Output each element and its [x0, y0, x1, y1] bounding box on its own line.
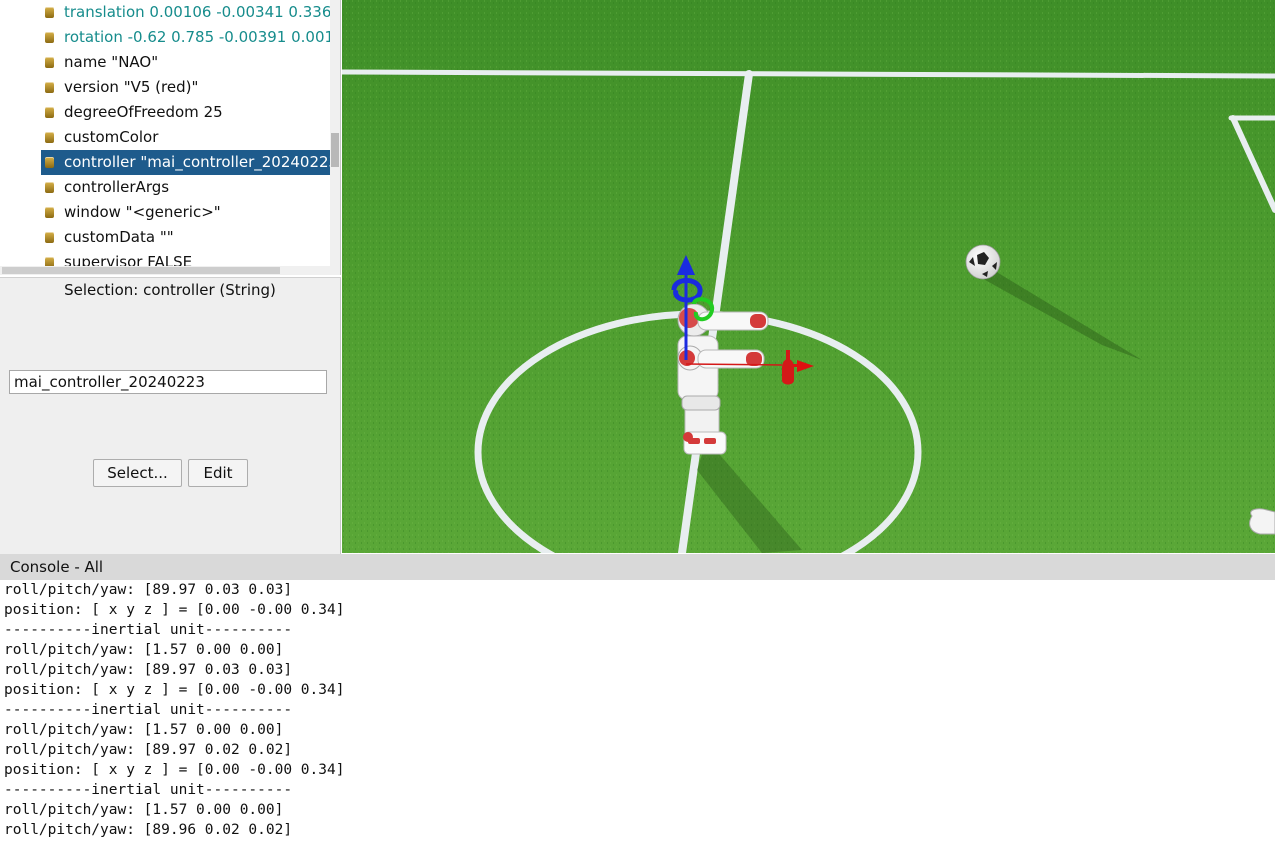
scene-tree[interactable]: translation 0.00106 -0.00341 0.336 rotat… — [0, 0, 341, 275]
controller-value-input[interactable] — [9, 370, 327, 394]
select-button[interactable]: Select... — [93, 459, 182, 487]
tree-field-window[interactable]: window "<generic>" — [0, 200, 330, 225]
tree-vertical-scroll-thumb[interactable] — [331, 133, 339, 167]
console-line: position: [ x y z ] = [0.00 -0.00 0.34] — [4, 602, 345, 618]
field-bullet-icon — [45, 107, 54, 118]
field-bullet-icon — [45, 82, 54, 93]
selection-label: Selection: controller (String) — [64, 281, 276, 299]
console-line: ----------inertial unit---------- — [4, 702, 293, 718]
second-robot-partial[interactable] — [1249, 508, 1275, 535]
console-output[interactable]: roll/pitch/yaw: [89.97 0.03 0.03] positi… — [0, 580, 1275, 854]
3d-view[interactable] — [342, 0, 1275, 553]
console-line: position: [ x y z ] = [0.00 -0.00 0.34] — [4, 682, 345, 698]
console-line: roll/pitch/yaw: [89.96 0.02 0.02] — [4, 822, 293, 838]
console-line: roll/pitch/yaw: [1.57 0.00 0.00] — [4, 802, 284, 818]
tree-field-customdata[interactable]: customData "" — [0, 225, 330, 250]
field-bullet-icon — [45, 57, 54, 68]
edit-button[interactable]: Edit — [188, 459, 248, 487]
tree-field-degreeoffreedom[interactable]: degreeOfFreedom 25 — [0, 100, 330, 125]
soccer-ball[interactable] — [965, 244, 1001, 280]
field-editor-panel: Selection: controller (String) Select...… — [0, 277, 341, 554]
tree-horizontal-scroll-thumb[interactable] — [2, 267, 280, 274]
tree-field-translation[interactable]: translation 0.00106 -0.00341 0.336 — [0, 0, 331, 25]
console-title: Console - All — [10, 558, 104, 576]
3d-scene[interactable] — [342, 0, 1275, 553]
console-line: position: [ x y z ] = [0.00 -0.00 0.34] — [4, 762, 345, 778]
tree-field-version[interactable]: version "V5 (red)" — [0, 75, 330, 100]
field-bullet-icon — [45, 32, 54, 43]
tree-field-rotation[interactable]: rotation -0.62 0.785 -0.00391 0.0010 — [0, 25, 340, 50]
field-bullet-icon — [45, 182, 54, 193]
field-bullet-icon — [45, 132, 54, 143]
gizmo-x-axis[interactable] — [685, 363, 783, 366]
console-line: ----------inertial unit---------- — [4, 782, 293, 798]
tree-field-controllerargs[interactable]: controllerArgs — [0, 175, 330, 200]
field-bullet-icon — [45, 157, 54, 168]
tree-field-controller[interactable]: controller "mai_controller_20240223 — [41, 150, 338, 175]
console-line: roll/pitch/yaw: [89.97 0.03 0.03] — [4, 662, 293, 678]
field-bullet-icon — [45, 207, 54, 218]
console-header: Console - All — [0, 554, 1275, 580]
console-line: roll/pitch/yaw: [89.97 0.03 0.03] — [4, 582, 293, 598]
tree-field-name[interactable]: name "NAO" — [0, 50, 330, 75]
console-line: roll/pitch/yaw: [1.57 0.00 0.00] — [4, 722, 284, 738]
console-line: roll/pitch/yaw: [1.57 0.00 0.00] — [4, 642, 284, 658]
console-line: ----------inertial unit---------- — [4, 622, 293, 638]
field-bullet-icon — [45, 7, 54, 18]
tree-field-customcolor[interactable]: customColor — [0, 125, 330, 150]
field-bullet-icon — [45, 232, 54, 243]
console-line: roll/pitch/yaw: [89.97 0.02 0.02] — [4, 742, 293, 758]
